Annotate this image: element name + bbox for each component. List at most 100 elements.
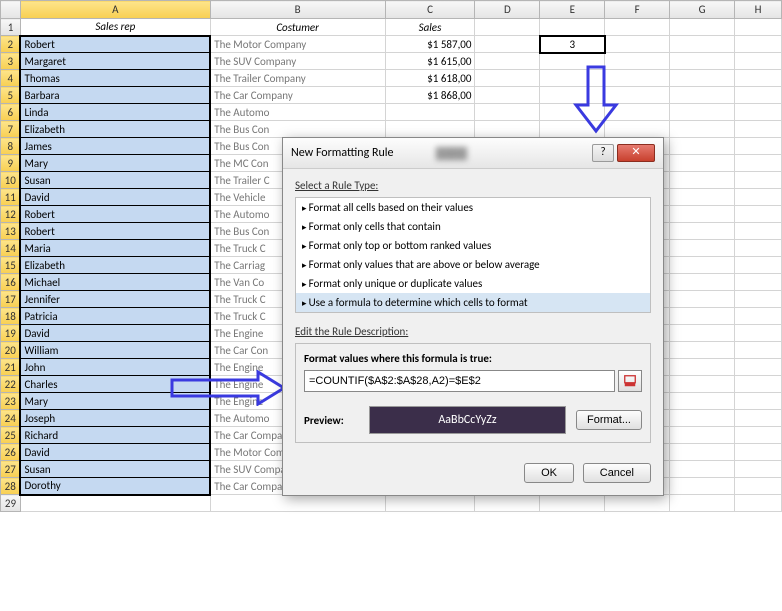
help-button[interactable]: ? xyxy=(592,144,614,162)
col-header-H[interactable]: H xyxy=(735,1,782,19)
cell[interactable] xyxy=(670,359,735,376)
cell[interactable] xyxy=(475,87,540,104)
cancel-button[interactable]: Cancel xyxy=(583,463,651,483)
cell-B1[interactable]: Costumer xyxy=(210,19,385,36)
cell-customer[interactable]: The Motor Company xyxy=(210,36,385,53)
cell-sales-rep[interactable]: Robert xyxy=(20,206,210,223)
row-header[interactable]: 10 xyxy=(1,172,21,189)
active-cell-E2[interactable]: 3 xyxy=(540,36,605,53)
col-header-E[interactable]: E xyxy=(540,1,605,19)
rule-type-list[interactable]: Format all cells based on their values Fo… xyxy=(295,197,651,313)
cell-F1[interactable] xyxy=(605,19,670,36)
row-header[interactable]: 13 xyxy=(1,223,21,240)
cell[interactable] xyxy=(735,410,782,427)
cell-sales-rep[interactable]: Jennifer xyxy=(20,291,210,308)
cell[interactable] xyxy=(670,206,735,223)
col-header-A[interactable]: A xyxy=(20,1,210,19)
cell[interactable] xyxy=(475,104,540,121)
cell[interactable] xyxy=(670,257,735,274)
range-selector-button[interactable] xyxy=(618,370,642,392)
cell-sales-rep[interactable]: James xyxy=(20,138,210,155)
row-header[interactable]: 12 xyxy=(1,206,21,223)
cell[interactable] xyxy=(670,308,735,325)
cell-sales-rep[interactable]: David xyxy=(20,189,210,206)
rule-type-item[interactable]: Format only values that are above or bel… xyxy=(296,255,650,274)
close-button[interactable]: ✕ xyxy=(617,144,655,162)
cell-sales-rep[interactable]: Joseph xyxy=(20,410,210,427)
cell[interactable] xyxy=(735,291,782,308)
cell-D1[interactable] xyxy=(475,19,540,36)
cell[interactable] xyxy=(670,291,735,308)
cell-sales-rep[interactable]: Mary xyxy=(20,155,210,172)
cell[interactable] xyxy=(475,70,540,87)
cell[interactable] xyxy=(670,495,735,512)
col-header-F[interactable]: F xyxy=(605,1,670,19)
cell-sales-rep[interactable]: Michael xyxy=(20,274,210,291)
rule-type-item[interactable]: Format all cells based on their values xyxy=(296,198,650,217)
cell[interactable] xyxy=(670,155,735,172)
cell-sales-rep[interactable]: Linda xyxy=(20,104,210,121)
rule-type-item[interactable]: Use a formula to determine which cells t… xyxy=(296,293,650,312)
row-header[interactable]: 14 xyxy=(1,240,21,257)
cell[interactable] xyxy=(670,325,735,342)
cell-sales-rep[interactable]: Elizabeth xyxy=(20,257,210,274)
cell-customer[interactable]: The Trailer Company xyxy=(210,70,385,87)
cell-sales-rep[interactable]: William xyxy=(20,342,210,359)
row-header[interactable]: 24 xyxy=(1,410,21,427)
row-header[interactable]: 4 xyxy=(1,70,21,87)
row-header[interactable]: 5 xyxy=(1,87,21,104)
cell[interactable] xyxy=(475,36,540,53)
cell[interactable] xyxy=(735,444,782,461)
cell[interactable] xyxy=(670,478,735,495)
row-header[interactable]: 22 xyxy=(1,376,21,393)
row-header[interactable]: 17 xyxy=(1,291,21,308)
col-header-D[interactable]: D xyxy=(475,1,540,19)
cell[interactable] xyxy=(670,444,735,461)
cell[interactable] xyxy=(735,53,782,70)
cell-sales-rep[interactable]: Patricia xyxy=(20,308,210,325)
cell[interactable] xyxy=(670,36,735,53)
cell[interactable] xyxy=(605,36,670,53)
cell-sales[interactable] xyxy=(385,121,475,138)
cell[interactable] xyxy=(735,376,782,393)
select-all-corner[interactable] xyxy=(1,1,21,19)
cell[interactable] xyxy=(735,36,782,53)
cell[interactable] xyxy=(475,121,540,138)
cell[interactable] xyxy=(475,495,540,512)
cell[interactable] xyxy=(670,138,735,155)
row-header[interactable]: 23 xyxy=(1,393,21,410)
cell-sales-rep[interactable]: Robert xyxy=(20,223,210,240)
cell[interactable] xyxy=(670,53,735,70)
cell[interactable] xyxy=(20,495,210,512)
cell[interactable] xyxy=(735,189,782,206)
cell[interactable] xyxy=(735,155,782,172)
cell[interactable] xyxy=(735,223,782,240)
cell[interactable] xyxy=(670,427,735,444)
cell[interactable] xyxy=(670,87,735,104)
row-header[interactable]: 21 xyxy=(1,359,21,376)
row-header[interactable]: 7 xyxy=(1,121,21,138)
col-header-B[interactable]: B xyxy=(210,1,385,19)
cell[interactable] xyxy=(735,461,782,478)
cell[interactable] xyxy=(670,376,735,393)
cell-C1[interactable]: Sales xyxy=(385,19,475,36)
cell[interactable] xyxy=(210,495,385,512)
cell-customer[interactable]: The SUV Company xyxy=(210,53,385,70)
col-header-G[interactable]: G xyxy=(670,1,735,19)
cell-customer[interactable]: The Automo xyxy=(210,104,385,121)
cell-sales-rep[interactable]: Susan xyxy=(20,172,210,189)
cell-G1[interactable] xyxy=(670,19,735,36)
cell-sales-rep[interactable]: Maria xyxy=(20,240,210,257)
cell[interactable] xyxy=(605,495,670,512)
row-header[interactable]: 20 xyxy=(1,342,21,359)
cell[interactable] xyxy=(735,138,782,155)
cell[interactable] xyxy=(735,495,782,512)
dialog-titlebar[interactable]: New Formatting Rule ████ ? ✕ xyxy=(283,138,663,169)
row-header[interactable]: 11 xyxy=(1,189,21,206)
cell-sales-rep[interactable]: Elizabeth xyxy=(20,121,210,138)
cell[interactable] xyxy=(670,342,735,359)
row-header[interactable]: 18 xyxy=(1,308,21,325)
cell[interactable] xyxy=(540,495,605,512)
cell-sales-rep[interactable]: David xyxy=(20,444,210,461)
cell-customer[interactable]: The Bus Con xyxy=(210,121,385,138)
